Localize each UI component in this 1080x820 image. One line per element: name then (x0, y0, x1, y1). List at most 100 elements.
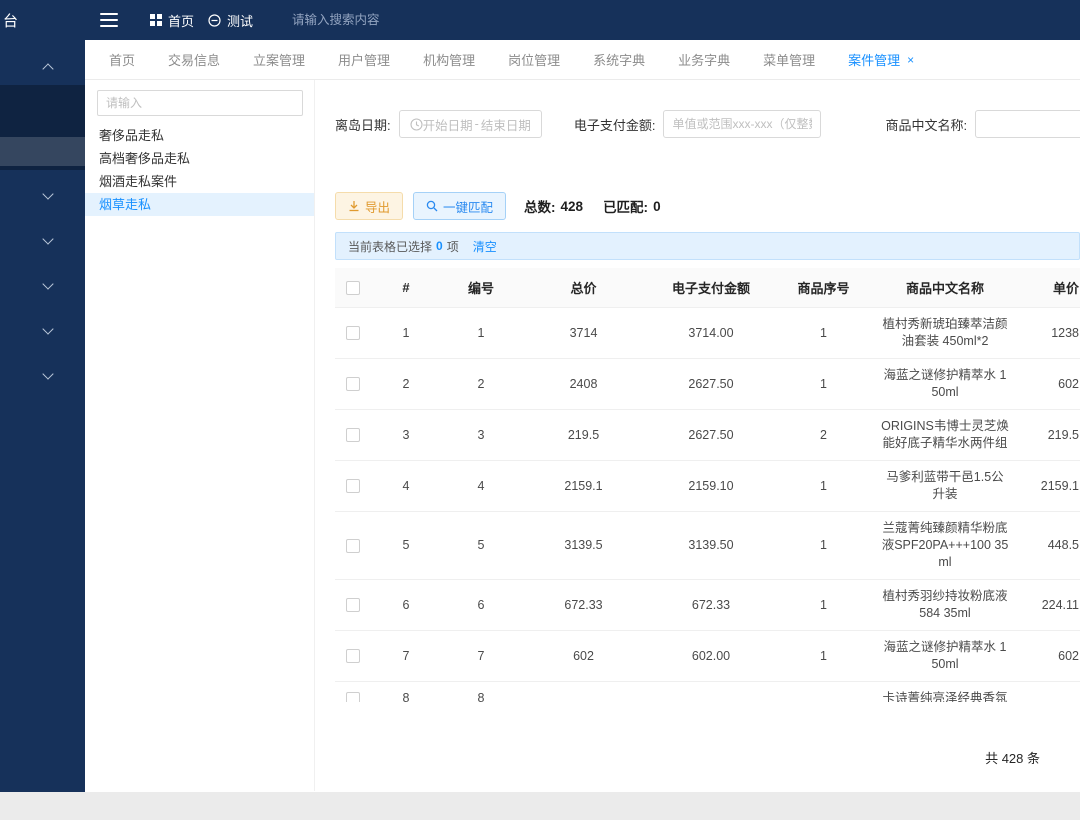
cell-unit: 219.5 (1019, 410, 1080, 461)
cell-name: 马爹利蓝带干邑1.5公升装 (871, 461, 1019, 512)
date-range-picker[interactable]: 开始日期 - 结束日期 (399, 110, 542, 138)
row-checkbox[interactable] (346, 539, 360, 553)
category-search-input[interactable] (97, 90, 303, 116)
table-row: 442159.12159.101马爹利蓝带干邑1.5公升装2159.1 (335, 461, 1080, 512)
table-header-row: #编号总价电子支付金额商品序号商品中文名称单价 (335, 268, 1080, 308)
main-panel: 离岛日期: 开始日期 - 结束日期 电子支付金额: 商品中文名称: (315, 80, 1080, 791)
cell-seq: 2 (776, 410, 871, 461)
cell-epay: 3714.00 (646, 308, 776, 359)
row-checkbox[interactable] (346, 598, 360, 612)
select-all-checkbox[interactable] (346, 281, 360, 295)
cell-index: 2 (371, 359, 441, 410)
cell-no: 7 (441, 631, 521, 682)
sidebar (0, 40, 85, 792)
cell-name: 植村秀羽纱持妆粉底液 584 35ml (871, 580, 1019, 631)
cell-no: 2 (441, 359, 521, 410)
action-row: 导出 一键匹配 总数: 428 已匹配: 0 (335, 192, 1080, 220)
top-bar: 台 首页 测试 (0, 0, 1080, 40)
topnav-home[interactable]: 首页 (150, 0, 194, 40)
chevron-down-icon[interactable] (42, 323, 53, 334)
col-header-index: # (371, 268, 441, 308)
row-checkbox[interactable] (346, 479, 360, 493)
tab-立案管理[interactable]: 立案管理 (253, 40, 305, 80)
chevron-down-icon[interactable] (42, 233, 53, 244)
row-checkbox[interactable] (346, 377, 360, 391)
chevron-down-icon[interactable] (42, 278, 53, 289)
table-row: 553139.53139.501兰蔻菁纯臻颜精华粉底液SPF20PA+++100… (335, 512, 1080, 580)
export-button[interactable]: 导出 (335, 192, 403, 220)
cell-seq: 1 (776, 512, 871, 580)
name-filter-label: 商品中文名称: (885, 115, 967, 134)
cell-total: 2159.1 (521, 461, 646, 512)
hamburger-icon[interactable] (100, 13, 118, 27)
row-checkbox[interactable] (346, 326, 360, 340)
cell-index: 3 (371, 410, 441, 461)
tab-业务字典[interactable]: 业务字典 (678, 40, 730, 80)
cell-total: 3714 (521, 308, 646, 359)
cell-name: 植村秀新琥珀臻萃洁颜油套装 450ml*2 (871, 308, 1019, 359)
cell-seq: 1 (776, 461, 871, 512)
cell-name: 兰蔻菁纯臻颜精华粉底液SPF20PA+++100 35 ml (871, 512, 1019, 580)
row-checkbox[interactable] (346, 692, 360, 702)
cell-unit: 224.11 (1019, 580, 1080, 631)
category-panel: 奢侈品走私高档奢侈品走私烟酒走私案件烟草走私 (85, 80, 315, 791)
matched-value: 0 (653, 199, 661, 214)
tree-item-奢侈品走私[interactable]: 奢侈品走私 (85, 124, 314, 147)
global-search-input[interactable] (292, 8, 512, 32)
close-icon[interactable]: × (907, 53, 914, 67)
chevron-down-icon[interactable] (42, 188, 53, 199)
tree-item-烟酒走私案件[interactable]: 烟酒走私案件 (85, 170, 314, 193)
one-click-match-button[interactable]: 一键匹配 (413, 192, 506, 220)
name-filter-input[interactable] (975, 110, 1080, 138)
alert-count: 0 (436, 239, 443, 253)
chevron-down-icon[interactable] (42, 368, 53, 379)
tab-机构管理[interactable]: 机构管理 (423, 40, 475, 80)
table-row: 88卡诗菁纯亮泽经典香氛 (335, 682, 1080, 703)
results-table: #编号总价电子支付金额商品序号商品中文名称单价 1137143714.001植村… (335, 268, 1080, 702)
search-icon (426, 200, 438, 212)
row-checkbox[interactable] (346, 649, 360, 663)
pagination-bar: 共 428 条 (335, 748, 1080, 767)
col-header-no: 编号 (441, 268, 521, 308)
tab-首页[interactable]: 首页 (109, 40, 135, 80)
tab-系统字典[interactable]: 系统字典 (593, 40, 645, 80)
tab-菜单管理[interactable]: 菜单管理 (763, 40, 815, 80)
cell-total: 219.5 (521, 410, 646, 461)
cell-epay: 2159.10 (646, 461, 776, 512)
clear-selection-link[interactable]: 清空 (473, 238, 497, 255)
amount-filter-input[interactable] (663, 110, 821, 138)
date-filter-label: 离岛日期: (335, 115, 391, 134)
cell-unit: 602 (1019, 631, 1080, 682)
row-checkbox[interactable] (346, 428, 360, 442)
col-header-unit: 单价 (1019, 268, 1080, 308)
filter-row: 离岛日期: 开始日期 - 结束日期 电子支付金额: 商品中文名称: (335, 110, 1080, 138)
topnav-test[interactable]: 测试 (208, 0, 253, 40)
col-header-name: 商品中文名称 (871, 268, 1019, 308)
chevron-up-icon[interactable] (42, 63, 53, 74)
cell-index: 1 (371, 308, 441, 359)
cell-total (521, 682, 646, 703)
cell-name: 海蓝之谜修护精萃水 150ml (871, 359, 1019, 410)
bottom-strip (0, 792, 1080, 820)
tree-item-高档奢侈品走私[interactable]: 高档奢侈品走私 (85, 147, 314, 170)
cell-name: 海蓝之谜修护精萃水 150ml (871, 631, 1019, 682)
col-header-epay: 电子支付金额 (646, 268, 776, 308)
cell-total: 3139.5 (521, 512, 646, 580)
total-label: 总数: (524, 196, 556, 216)
cell-index: 7 (371, 631, 441, 682)
topnav-home-label: 首页 (168, 11, 194, 30)
match-button-label: 一键匹配 (443, 197, 493, 216)
table-row: 66672.33672.331植村秀羽纱持妆粉底液 584 35ml224.11 (335, 580, 1080, 631)
cell-epay: 672.33 (646, 580, 776, 631)
tab-active[interactable]: 案件管理× (848, 40, 914, 80)
tab-岗位管理[interactable]: 岗位管理 (508, 40, 560, 80)
tab-用户管理[interactable]: 用户管理 (338, 40, 390, 80)
category-list: 奢侈品走私高档奢侈品走私烟酒走私案件烟草走私 (85, 124, 314, 216)
sidebar-selected-item[interactable] (0, 137, 85, 166)
tree-item-烟草走私[interactable]: 烟草走私 (85, 193, 314, 216)
tab-交易信息[interactable]: 交易信息 (168, 40, 220, 80)
table-body: 1137143714.001植村秀新琥珀臻萃洁颜油套装 450ml*212382… (335, 308, 1080, 703)
matched-label: 已匹配: (603, 196, 648, 216)
cell-total: 602 (521, 631, 646, 682)
results-table-container[interactable]: #编号总价电子支付金额商品序号商品中文名称单价 1137143714.001植村… (335, 268, 1080, 702)
